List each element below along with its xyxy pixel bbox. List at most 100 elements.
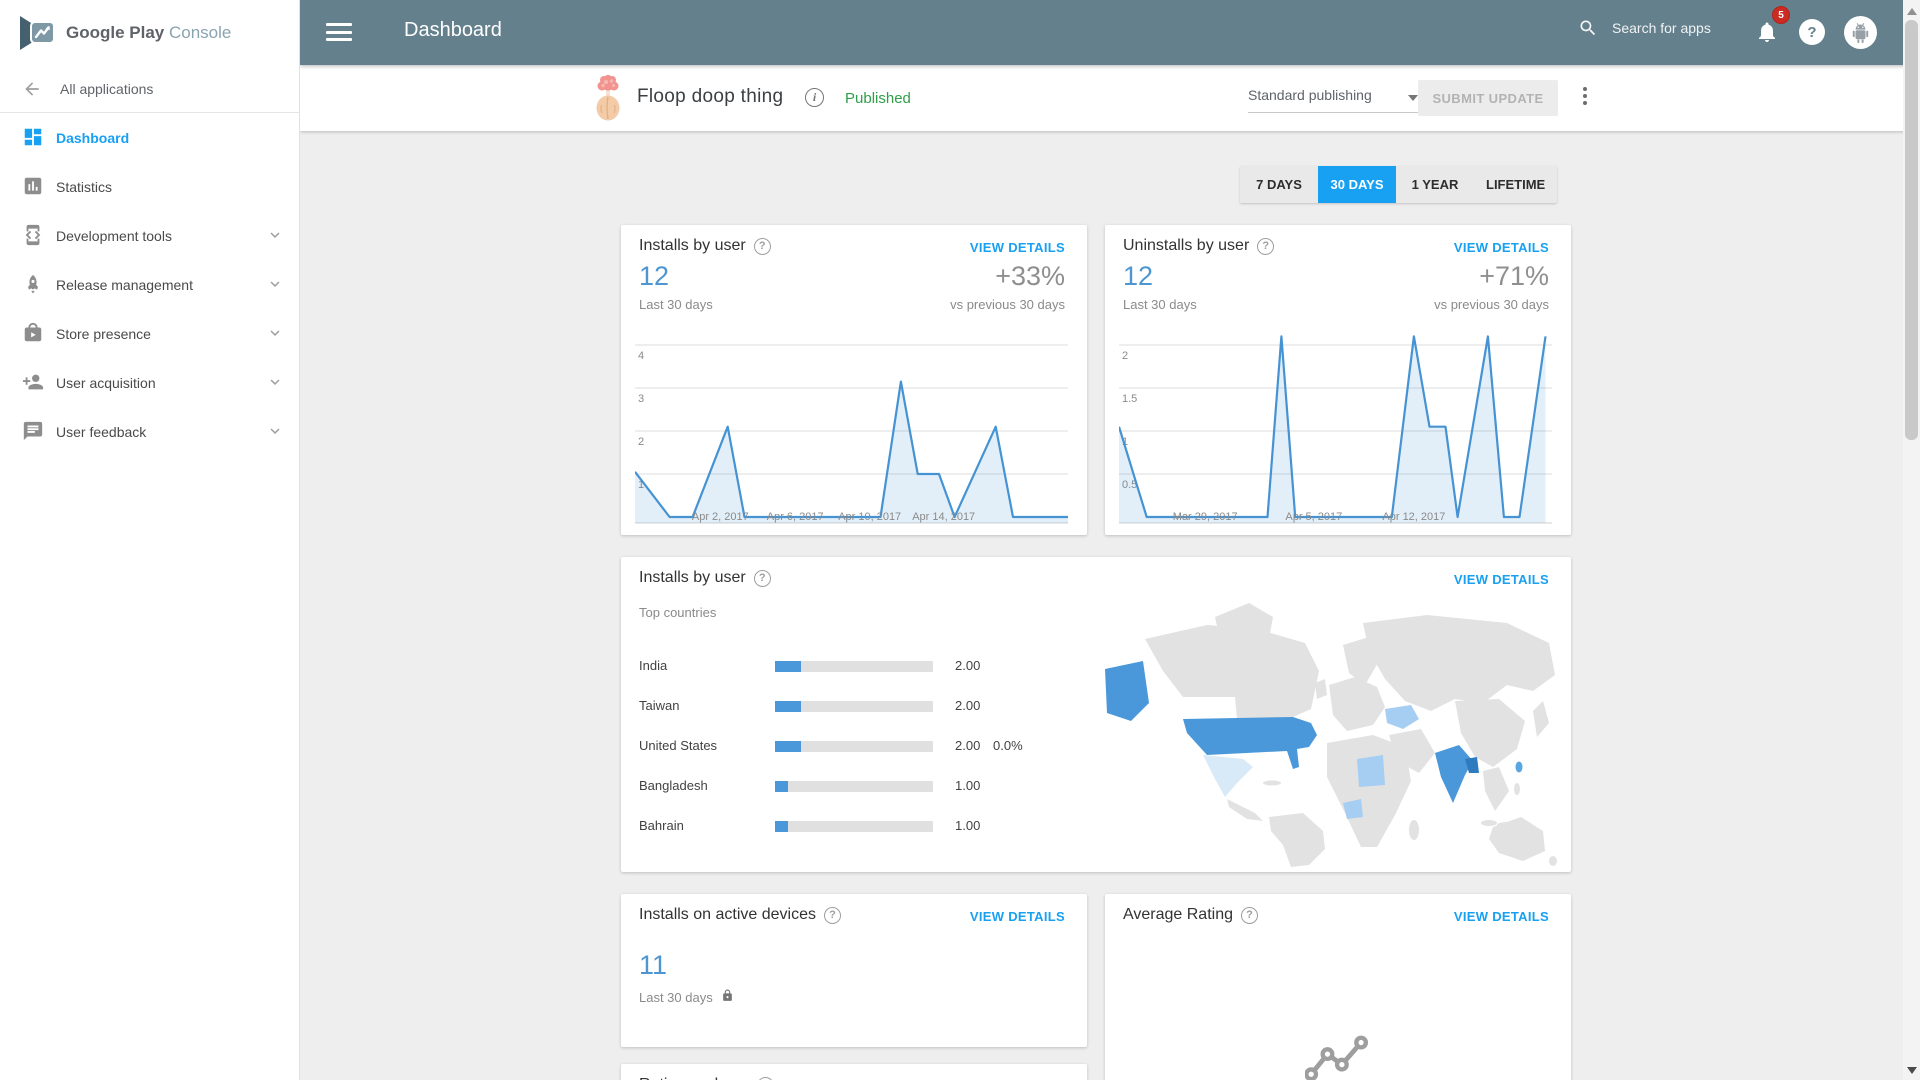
chevron-down-icon xyxy=(266,275,284,293)
country-bar-track xyxy=(775,741,933,752)
svg-text:2: 2 xyxy=(638,436,644,448)
statistics-icon xyxy=(22,175,44,197)
svg-text:4: 4 xyxy=(638,350,644,362)
country-name: Bangladesh xyxy=(639,778,708,793)
help-circle-icon[interactable]: ? xyxy=(823,906,841,924)
android-avatar-icon xyxy=(1852,23,1869,43)
view-details-link[interactable]: VIEW DETAILS xyxy=(1454,909,1549,924)
help-circle-icon[interactable]: ? xyxy=(757,1076,775,1080)
chevron-down-icon xyxy=(266,373,284,391)
average-rating-card: Average Rating ? VIEW DETAILS xyxy=(1105,894,1571,1080)
submit-update-button[interactable]: SUBMIT UPDATE xyxy=(1418,80,1558,116)
map-us-highlight xyxy=(1183,717,1317,769)
sidebar-item-release-management[interactable]: Release management xyxy=(0,260,300,309)
info-icon[interactable]: i xyxy=(805,88,824,107)
account-avatar[interactable] xyxy=(1844,16,1877,49)
country-name: Taiwan xyxy=(639,698,680,713)
installs-value: 12 xyxy=(639,261,670,291)
svg-text:Apr 6, 2017: Apr 6, 2017 xyxy=(767,511,824,523)
country-bar-fill xyxy=(775,821,789,832)
help-circle-icon[interactable]: ? xyxy=(1257,237,1275,255)
page-scrollbar[interactable] xyxy=(1903,0,1920,1080)
sidebar-item-dashboard[interactable]: Dashboard xyxy=(0,113,300,162)
country-row: Bahrain 1.00 xyxy=(621,818,1091,834)
installs-line-chart: 1234Apr 2, 2017Apr 6, 2017Apr 10, 2017Ap… xyxy=(635,344,1068,524)
installs-period: Last 30 days xyxy=(639,297,713,312)
view-details-link[interactable]: VIEW DETAILS xyxy=(1454,240,1549,255)
release-icon xyxy=(22,273,44,295)
view-details-link[interactable]: VIEW DETAILS xyxy=(970,909,1065,924)
uninstalls-period: Last 30 days xyxy=(1123,297,1197,312)
sidebar-item-user-feedback[interactable]: User feedback xyxy=(0,407,300,456)
map-central-america xyxy=(1227,799,1263,821)
dashboard-icon xyxy=(22,126,44,148)
empty-line-chart-icon xyxy=(1305,1035,1369,1080)
back-label: All applications xyxy=(60,80,154,97)
map-japan xyxy=(1533,701,1549,737)
help-button[interactable]: ? xyxy=(1799,19,1825,45)
back-arrow-icon xyxy=(25,81,39,96)
tab-lifetime[interactable]: LIFETIME xyxy=(1474,166,1557,203)
map-south-america xyxy=(1269,813,1325,867)
notifications-button[interactable] xyxy=(1755,19,1779,50)
sidebar-item-development-tools[interactable]: Development tools xyxy=(0,211,300,260)
svg-text:2: 2 xyxy=(1122,350,1128,362)
svg-text:1.5: 1.5 xyxy=(1122,393,1137,405)
sidebar-item-statistics[interactable]: Statistics xyxy=(0,162,300,211)
map-australia xyxy=(1489,817,1545,861)
scrollbar-thumb[interactable] xyxy=(1905,20,1918,440)
sidebar-item-store-presence[interactable]: Store presence xyxy=(0,309,300,358)
play-console-logo[interactable]: Google Play Console xyxy=(0,0,300,65)
top-countries-card: Installs by user ? VIEW DETAILS Top coun… xyxy=(621,557,1571,872)
country-name: India xyxy=(639,658,668,673)
card-title: Average Rating ? xyxy=(1123,906,1258,924)
help-circle-icon[interactable]: ? xyxy=(753,237,771,255)
help-circle-icon[interactable]: ? xyxy=(753,569,771,587)
tab-1-year[interactable]: 1 YEAR xyxy=(1396,166,1474,203)
scrollbar-up-arrow[interactable] xyxy=(1907,8,1917,15)
publishing-mode-select[interactable]: Standard publishing xyxy=(1248,87,1420,113)
uninstalls-delta-caption: vs previous 30 days xyxy=(1434,297,1549,312)
sidebar-item-label: Release management xyxy=(56,276,193,293)
uninstalls-delta: +71% xyxy=(1479,261,1549,291)
card-title: Installs by user ? xyxy=(639,237,771,255)
search-input[interactable]: Search for apps xyxy=(1578,18,1711,38)
scrollbar-down-arrow[interactable] xyxy=(1907,1067,1917,1074)
sidebar-item-label: Dashboard xyxy=(56,129,130,146)
sidebar-item-label: User acquisition xyxy=(56,374,156,391)
menu-icon[interactable] xyxy=(326,23,352,43)
acquisition-icon xyxy=(22,371,44,393)
tab-30-days[interactable]: 30 DAYS xyxy=(1318,166,1396,203)
bell-icon xyxy=(1759,22,1775,42)
installs-delta: +33% xyxy=(995,261,1065,291)
app-icon xyxy=(596,75,620,121)
map-ukraine-highlight xyxy=(1385,705,1419,729)
help-circle-icon[interactable]: ? xyxy=(1241,906,1258,924)
map-libya-highlight xyxy=(1357,755,1385,787)
country-bar-track xyxy=(775,781,933,792)
map-madagascar xyxy=(1409,820,1419,840)
all-applications-back[interactable]: All applications xyxy=(0,65,300,113)
installs-delta-caption: vs previous 30 days xyxy=(950,297,1065,312)
active-devices-period: Last 30 days xyxy=(639,988,734,1006)
logo-text-console: Console xyxy=(168,22,232,42)
country-bar-track xyxy=(775,661,933,672)
sidebar-item-user-acquisition[interactable]: User acquisition xyxy=(0,358,300,407)
overflow-menu-icon[interactable] xyxy=(1578,87,1592,109)
country-bar-fill xyxy=(775,781,789,792)
sidebar: Google Play Console All applications Das… xyxy=(0,0,300,1080)
card-title: Uninstalls by user ? xyxy=(1123,237,1275,255)
publish-status: Published xyxy=(845,90,911,107)
country-bar-track xyxy=(775,701,933,712)
map-se-asia xyxy=(1483,767,1509,811)
sidebar-menu: Dashboard Statistics Development tools Rele… xyxy=(0,113,300,456)
map-taiwan-highlight xyxy=(1515,761,1523,773)
tab-7-days[interactable]: 7 DAYS xyxy=(1240,166,1318,203)
map-russia xyxy=(1363,615,1555,711)
view-details-link[interactable]: VIEW DETAILS xyxy=(970,240,1065,255)
svg-text:Apr 10, 2017: Apr 10, 2017 xyxy=(838,511,901,523)
lock-icon xyxy=(721,988,734,1006)
uninstalls-line-chart: 0.511.52Mar 29, 2017Apr 5, 2017Apr 12, 2… xyxy=(1119,335,1552,524)
active-devices-card: Installs on active devices ? VIEW DETAIL… xyxy=(621,894,1087,1047)
map-africa xyxy=(1327,735,1411,847)
